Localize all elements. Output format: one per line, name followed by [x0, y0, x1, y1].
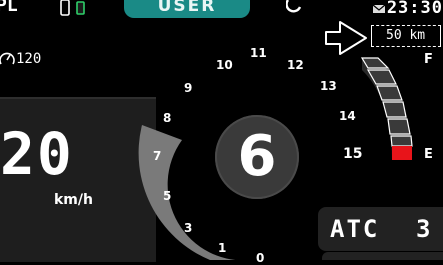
atc-label: ATC — [330, 215, 380, 243]
atc-panel[interactable]: ATC 3 — [318, 207, 443, 251]
fuel-full-label: F — [424, 52, 433, 67]
fuel-level-bar — [392, 146, 412, 160]
atc-value: 3 — [416, 215, 431, 243]
fuel-range-box: 50 km — [371, 25, 441, 47]
fuel-empty-label: E — [424, 147, 433, 162]
fuel-range-value: 50 km — [386, 28, 426, 43]
lower-panel — [322, 252, 443, 260]
arrow-pointer-icon — [325, 21, 367, 55]
